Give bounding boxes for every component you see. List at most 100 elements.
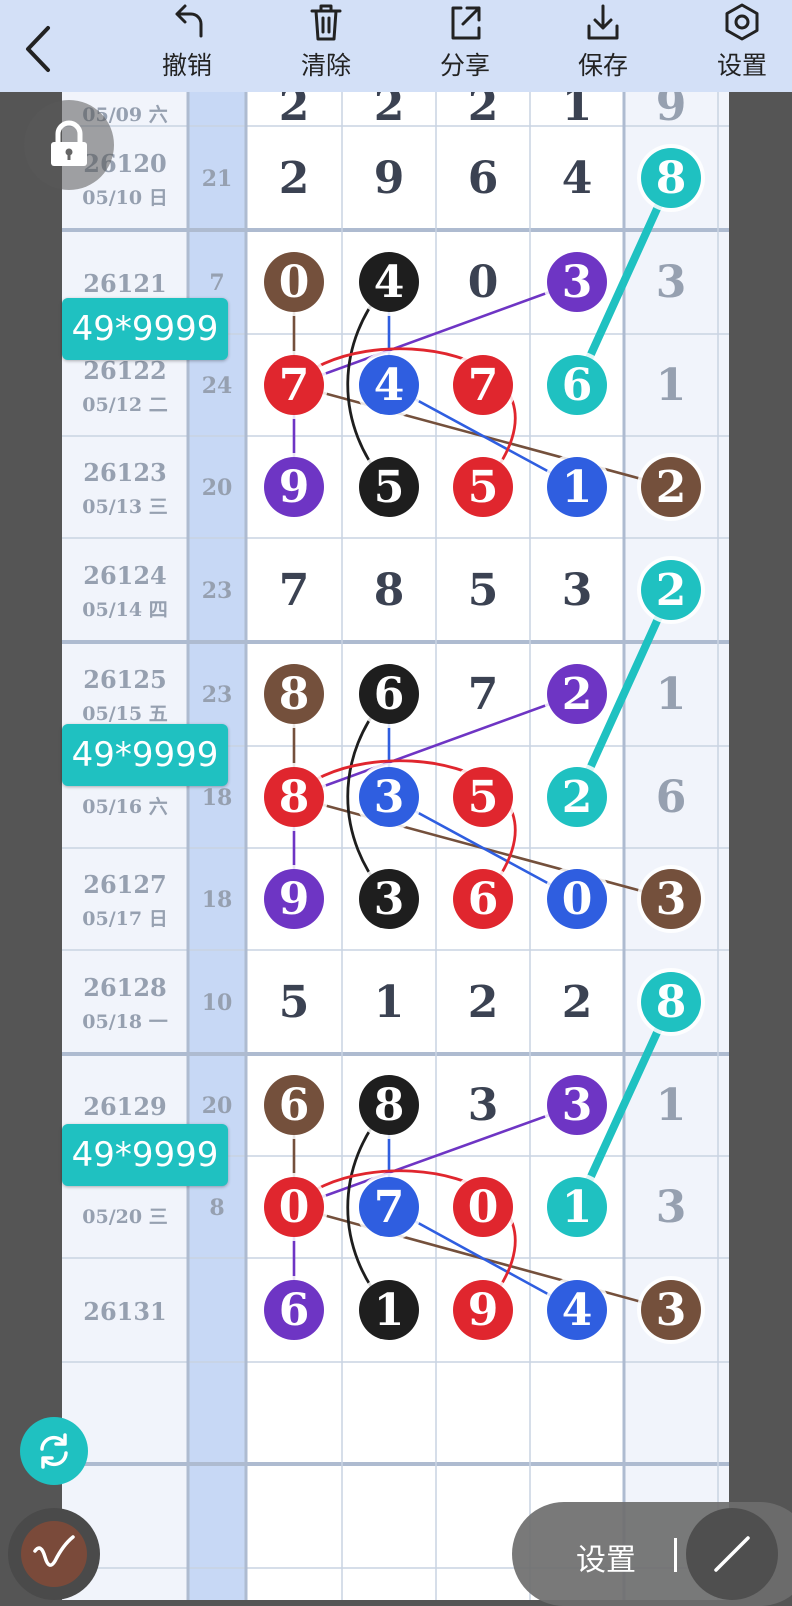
draw-date: 05/18 一 xyxy=(82,1011,167,1033)
undo-label: 撤销 xyxy=(161,51,212,80)
circled-digit: 3 xyxy=(656,1285,687,1336)
digit-cell: 3 xyxy=(562,565,593,616)
label-badge[interactable]: 49*9999 xyxy=(62,298,228,360)
circled-digit: 0 xyxy=(279,257,310,308)
circled-digit: 5 xyxy=(374,462,405,513)
issue-number: 26128 xyxy=(83,973,167,1002)
digit-cell: 3 xyxy=(468,1080,499,1131)
settings-button[interactable]: 设置 xyxy=(697,0,787,92)
circled-digit: 1 xyxy=(562,1182,593,1233)
lock-icon xyxy=(51,120,87,166)
circled-digit: 3 xyxy=(562,257,593,308)
digit-cell: 1 xyxy=(656,1080,687,1131)
digit-cell: 2 xyxy=(279,92,310,131)
issue-number: 26121 xyxy=(83,269,167,298)
circled-digit: 1 xyxy=(374,1285,405,1336)
digit-cell: 6 xyxy=(656,772,687,823)
draw-date: 05/20 三 xyxy=(82,1206,167,1228)
issue-number: 26131 xyxy=(83,1297,167,1326)
save-label: 保存 xyxy=(577,51,628,80)
issue-number: 26125 xyxy=(83,665,167,694)
digit-cell: 9 xyxy=(656,92,687,131)
share-label: 分享 xyxy=(439,51,490,80)
pen-color-swatch xyxy=(21,1521,87,1587)
issue-number: 26127 xyxy=(83,870,167,899)
circled-digit: 0 xyxy=(468,1182,499,1233)
digit-cell: 2 xyxy=(374,92,405,131)
circled-digit: 8 xyxy=(374,1080,405,1131)
line-tool-button[interactable] xyxy=(686,1508,778,1600)
sum-value: 23 xyxy=(202,682,233,708)
circled-digit: 8 xyxy=(656,977,687,1028)
digit-cell: 1 xyxy=(562,92,593,131)
circled-digit: 7 xyxy=(374,1182,405,1233)
save-button[interactable]: 保存 xyxy=(558,0,648,92)
label-badge[interactable]: 49*9999 xyxy=(62,1124,228,1186)
circled-digit: 3 xyxy=(374,772,405,823)
settings-label: 设置 xyxy=(716,51,767,80)
back-arrow-icon[interactable] xyxy=(14,14,64,74)
connector-lines xyxy=(292,174,675,1312)
share-button[interactable]: 分享 xyxy=(420,0,510,92)
circled-digit: 9 xyxy=(279,874,310,925)
circled-digit: 5 xyxy=(468,462,499,513)
digit-cell: 1 xyxy=(656,360,687,411)
digit-cell: 9 xyxy=(374,153,405,204)
sum-value: 23 xyxy=(202,578,233,604)
sum-value: 20 xyxy=(202,475,233,501)
circled-digit: 4 xyxy=(374,360,405,411)
clear-button[interactable]: 清除 xyxy=(281,0,371,92)
pen-color-button[interactable] xyxy=(8,1508,100,1600)
label-badge[interactable]: 49*9999 xyxy=(62,724,228,786)
trash-icon xyxy=(310,4,342,41)
clear-label: 清除 xyxy=(300,51,351,80)
share-icon xyxy=(451,6,481,40)
digit-cell: 8 xyxy=(374,565,405,616)
circled-digit: 1 xyxy=(562,462,593,513)
sum-value: 20 xyxy=(202,1093,233,1119)
draw-date: 05/13 三 xyxy=(82,496,167,518)
refresh-icon xyxy=(40,1433,68,1469)
draw-date: 05/15 五 xyxy=(82,703,167,725)
undo-button[interactable]: 撤销 xyxy=(142,0,232,92)
draw-date: 05/17 日 xyxy=(82,908,167,930)
circled-digit: 4 xyxy=(562,1285,593,1336)
line-tool-icon xyxy=(714,1536,750,1572)
circled-digit: 8 xyxy=(279,669,310,720)
sum-value: 8 xyxy=(209,1195,224,1221)
digit-cell: 3 xyxy=(656,1182,687,1233)
circled-digit: 6 xyxy=(374,669,405,720)
sum-value: 24 xyxy=(202,373,233,399)
right-margin xyxy=(729,92,792,1600)
digit-cell: 2 xyxy=(468,977,499,1028)
issue-number: 26124 xyxy=(83,561,167,590)
draw-date: 05/16 六 xyxy=(82,795,167,818)
sum-value: 7 xyxy=(209,270,224,296)
circled-digit: 8 xyxy=(656,153,687,204)
circled-digit: 7 xyxy=(468,360,499,411)
bottom-settings-button[interactable]: 设置 xyxy=(576,1535,636,1579)
circled-digit: 3 xyxy=(374,874,405,925)
sum-value: 10 xyxy=(202,990,233,1016)
draw-date: 05/10 日 xyxy=(82,187,167,209)
circled-digit: 4 xyxy=(374,257,405,308)
pen-stroke-icon xyxy=(33,1535,75,1567)
circled-digit: 5 xyxy=(468,772,499,823)
circled-digit: 3 xyxy=(562,1080,593,1131)
circled-digit: 7 xyxy=(279,360,310,411)
digit-cell: 6 xyxy=(468,153,499,204)
sum-value: 18 xyxy=(202,785,233,811)
sum-value: 18 xyxy=(202,887,233,913)
circled-digit: 2 xyxy=(562,669,593,720)
digit-cell: 5 xyxy=(279,977,310,1028)
circled-digit: 0 xyxy=(562,874,593,925)
digit-cell: 2 xyxy=(468,92,499,131)
digit-cell: 7 xyxy=(468,669,499,720)
circled-digit: 2 xyxy=(562,772,593,823)
circled-digit: 6 xyxy=(279,1285,310,1336)
lock-button[interactable] xyxy=(24,100,114,190)
bottom-divider xyxy=(674,1538,677,1572)
refresh-button[interactable] xyxy=(20,1417,88,1485)
digit-cell: 2 xyxy=(279,153,310,204)
circled-digit: 2 xyxy=(656,565,687,616)
